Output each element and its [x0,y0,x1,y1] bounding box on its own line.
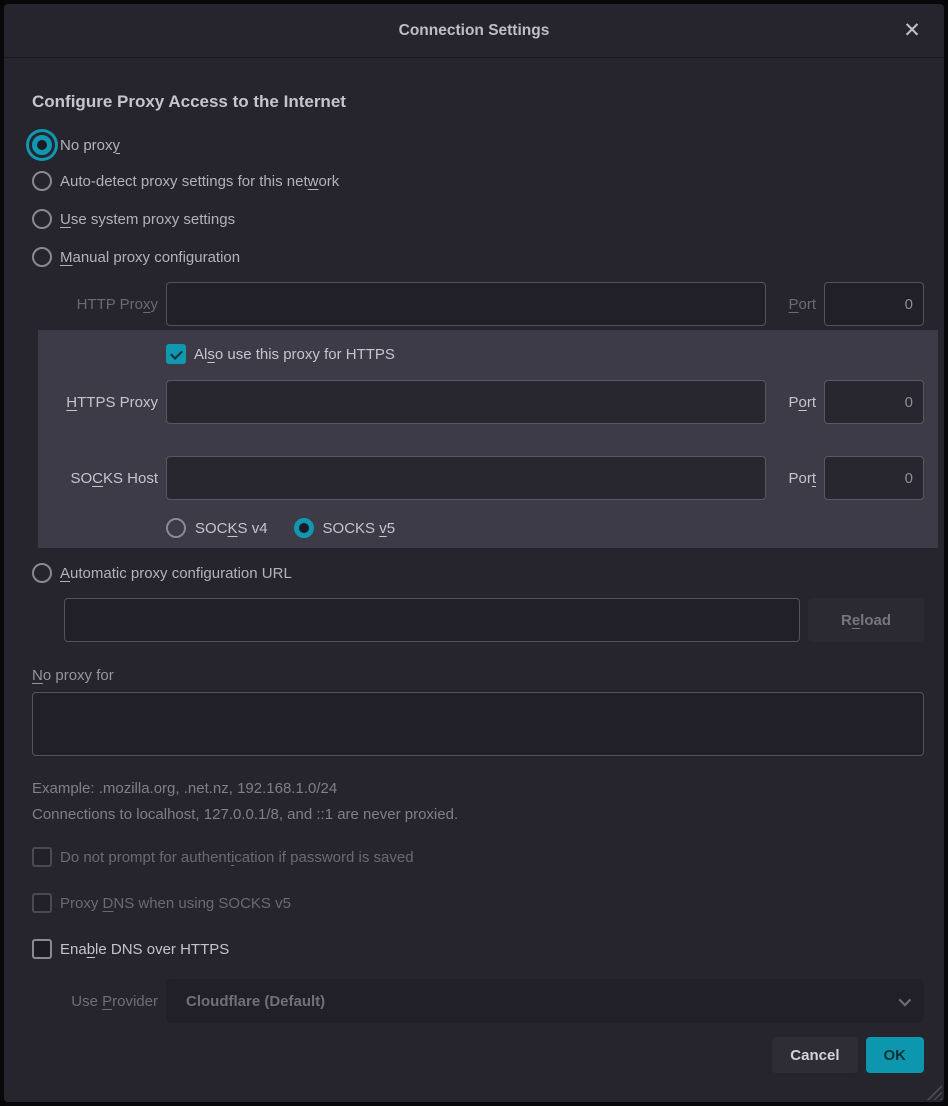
http-port-input[interactable] [824,282,924,326]
provider-row: Use Provider Cloudflare (Default) [32,979,924,1023]
radio-icon[interactable] [32,171,52,191]
chevron-down-icon [899,993,912,1006]
no-auth-prompt-label: Do not prompt for authentication if pass… [60,849,414,866]
radio-auto-url[interactable]: Automatic proxy configuration URL [32,556,924,590]
connection-settings-dialog: Connection Settings ✕ Configure Proxy Ac… [0,0,948,1106]
http-proxy-row: HTTP Proxy Port [32,282,924,326]
dialog-titlebar: Connection Settings ✕ [4,4,944,58]
reload-button[interactable]: Reload [808,598,924,642]
radio-icon[interactable] [32,135,52,155]
https-socks-highlight-section: Also use this proxy for HTTPS HTTPS Prox… [32,330,924,548]
radio-socks-v4[interactable]: SOCKS v4 [166,518,268,538]
no-proxy-example-text: Example: .mozilla.org, .net.nz, 192.168.… [32,780,924,797]
radio-system-proxy-label: Use system proxy settings [60,211,235,228]
close-icon[interactable]: ✕ [896,15,928,47]
https-port-input[interactable] [824,380,924,424]
no-proxy-for-label: No proxy for [32,664,924,686]
socks-v4-label: SOCKS v4 [195,520,268,537]
also-https-checkbox-group[interactable]: Also use this proxy for HTTPS [166,344,924,364]
dialog-footer: Cancel OK [32,1037,924,1073]
dialog-content: Configure Proxy Access to the Internet N… [4,92,944,1073]
dialog-title: Connection Settings [399,22,550,40]
radio-system-proxy[interactable]: Use system proxy settings [32,200,924,238]
socks-version-row: SOCKS v4 SOCKS v5 [32,514,924,542]
resize-grip[interactable] [926,1084,942,1100]
socks-host-row: SOCKS Host Port [32,456,924,500]
also-https-label: Also use this proxy for HTTPS [194,346,395,363]
checkbox-icon[interactable] [32,847,52,867]
socks-host-input[interactable] [166,456,766,500]
https-proxy-input[interactable] [166,380,766,424]
http-port-label: Port [774,296,816,313]
radio-auto-detect-label: Auto-detect proxy settings for this netw… [60,173,339,190]
radio-icon[interactable] [32,247,52,267]
enable-doh-label: Enable DNS over HTTPS [60,941,229,958]
http-proxy-input[interactable] [166,282,766,326]
page-title: Configure Proxy Access to the Internet [32,92,924,112]
auto-url-row: Reload [32,598,924,642]
https-port-label: Port [774,394,816,411]
radio-socks-v5[interactable]: SOCKS v5 [294,518,396,538]
http-proxy-label: HTTP Proxy [32,296,158,313]
checkbox-checked-icon[interactable] [166,344,186,364]
checkbox-icon[interactable] [32,893,52,913]
radio-no-proxy[interactable]: No proxy [32,128,924,162]
provider-selected-value: Cloudflare (Default) [186,993,325,1010]
radio-manual-proxy-label: Manual proxy configuration [60,249,240,266]
checkbox-icon[interactable] [32,939,52,959]
also-https-row: Also use this proxy for HTTPS [32,340,924,368]
auto-url-input[interactable] [64,598,800,642]
https-proxy-row: HTTPS Proxy Port [32,380,924,424]
socks-v5-label: SOCKS v5 [323,520,396,537]
radio-manual-proxy[interactable]: Manual proxy configuration [32,238,924,276]
proxy-dns-label: Proxy DNS when using SOCKS v5 [60,895,291,912]
socks-port-label: Port [774,470,816,487]
https-proxy-label: HTTPS Proxy [32,394,158,411]
checkbox-enable-doh[interactable]: Enable DNS over HTTPS [32,937,924,961]
use-provider-label: Use Provider [32,993,158,1010]
radio-icon[interactable] [294,518,314,538]
radio-auto-detect[interactable]: Auto-detect proxy settings for this netw… [32,162,924,200]
radio-icon[interactable] [32,209,52,229]
radio-icon[interactable] [166,518,186,538]
checkbox-proxy-dns[interactable]: Proxy DNS when using SOCKS v5 [32,891,924,915]
ok-button[interactable]: OK [866,1037,925,1073]
no-proxy-for-textarea[interactable] [32,692,924,756]
provider-select[interactable]: Cloudflare (Default) [166,979,924,1023]
radio-auto-url-label: Automatic proxy configuration URL [60,565,292,582]
localhost-note-text: Connections to localhost, 127.0.0.1/8, a… [32,806,924,823]
radio-icon[interactable] [32,563,52,583]
checkbox-no-auth-prompt[interactable]: Do not prompt for authentication if pass… [32,845,924,869]
socks-port-input[interactable] [824,456,924,500]
socks-host-label: SOCKS Host [32,470,158,487]
cancel-button[interactable]: Cancel [772,1037,857,1073]
radio-no-proxy-label: No proxy [60,137,120,154]
